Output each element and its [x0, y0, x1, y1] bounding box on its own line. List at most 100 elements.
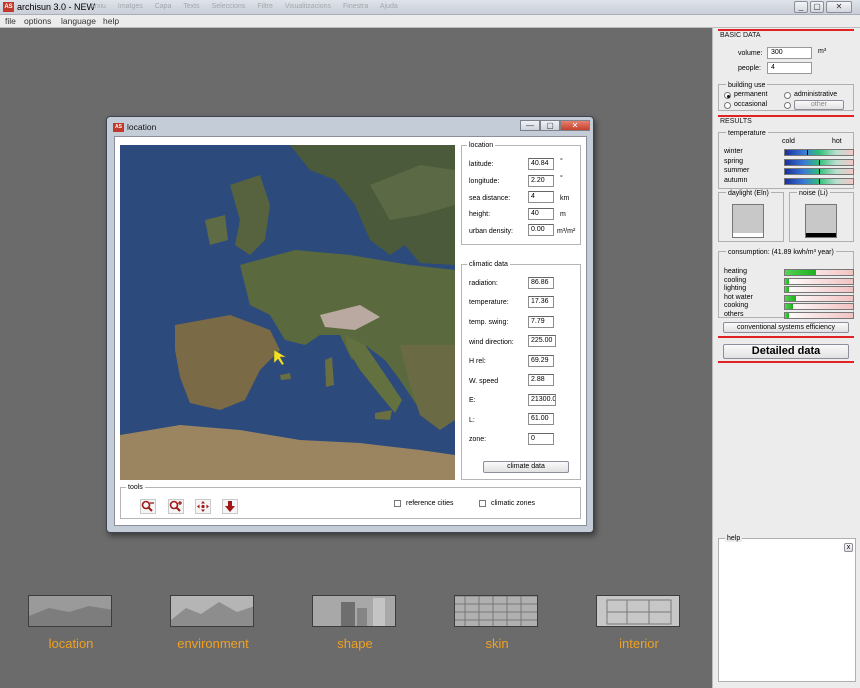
- zoom-out-button[interactable]: [140, 499, 156, 514]
- building-use-legend: building use: [726, 82, 768, 89]
- consumption-row-label: cooking: [724, 302, 749, 309]
- detailed-data-button[interactable]: Detailed data: [723, 344, 849, 359]
- hot-label: hot: [832, 138, 842, 145]
- consumption-bar-fill: [785, 287, 790, 292]
- longitude-field[interactable]: 2.20: [528, 175, 554, 187]
- other-input[interactable]: other: [794, 100, 844, 110]
- menu-options[interactable]: options: [24, 16, 51, 26]
- height-field[interactable]: 40: [528, 208, 554, 220]
- temperature-row-label: autumn: [724, 176, 748, 184]
- temp-swing-field[interactable]: 7.79: [528, 316, 554, 328]
- latitude-label: latitude:: [469, 161, 494, 168]
- efficiency-button[interactable]: conventional systems efficiency: [723, 322, 849, 333]
- dialog-client: location latitude: 40.84 ° longitude: 2.…: [114, 136, 587, 526]
- l-label: L:: [469, 417, 475, 424]
- people-input[interactable]: 4: [767, 62, 812, 74]
- other-radio[interactable]: [784, 102, 791, 109]
- dialog-minimize-button[interactable]: —: [520, 120, 540, 131]
- consumption-bar: [784, 311, 854, 319]
- tools-legend: tools: [126, 483, 145, 492]
- menu-help[interactable]: help: [103, 16, 119, 26]
- longitude-label: longitude:: [469, 178, 500, 185]
- wind-direction-field[interactable]: 225.00: [528, 335, 556, 347]
- help-close-icon[interactable]: x: [844, 543, 853, 552]
- h-rel-field[interactable]: 69.29: [528, 355, 554, 367]
- zoom-in-button[interactable]: [168, 499, 184, 514]
- permanent-radio[interactable]: [724, 92, 731, 99]
- noise-meter: [805, 204, 837, 238]
- temperature-bar: [784, 149, 854, 156]
- ghost-menu-text: Arxiu Imatges Capa Texts Seleccions Filt…: [90, 3, 398, 10]
- divider: [718, 29, 854, 31]
- daylight-legend: daylight (Eln): [726, 190, 771, 197]
- zoom-in-icon: [169, 500, 182, 512]
- climatic-zones-label: climatic zones: [491, 500, 535, 507]
- radiation-label: radiation:: [469, 280, 498, 287]
- map-image: [120, 145, 455, 480]
- shape-thumbnail: [312, 595, 396, 627]
- consumption-bar-fill: [785, 312, 790, 318]
- temperature-marker: [819, 159, 820, 165]
- pan-button[interactable]: [195, 499, 211, 514]
- menu-language[interactable]: language: [61, 16, 96, 26]
- arrow-down-icon: [225, 501, 235, 512]
- h-rel-label: H rel:: [469, 358, 486, 365]
- divider: [718, 115, 854, 117]
- nav-location-label: location: [48, 636, 94, 651]
- interior-thumbnail: [596, 595, 680, 627]
- people-label: people:: [738, 65, 761, 72]
- administrative-radio[interactable]: [784, 92, 791, 99]
- temperature-bar: [784, 168, 854, 175]
- climatic-zones-checkbox[interactable]: [479, 500, 486, 507]
- menu-file[interactable]: file: [5, 16, 16, 26]
- climate-data-button[interactable]: climate data: [483, 461, 569, 473]
- temperature-bar: [784, 177, 854, 185]
- l-field[interactable]: 61.00: [528, 413, 554, 425]
- urban-density-field[interactable]: 0.00: [528, 224, 554, 236]
- dialog-title: location: [127, 122, 157, 132]
- title-bar: AS archisun 3.0 - NEW Arxiu Imatges Capa…: [0, 0, 860, 15]
- latitude-unit: °: [560, 158, 563, 165]
- nav-shape-label: shape: [337, 636, 373, 651]
- consumption-row-label: heating: [724, 268, 747, 275]
- consumption-bar-fill: [785, 304, 794, 309]
- consumption-bar: [784, 303, 854, 310]
- occasional-radio[interactable]: [724, 102, 731, 109]
- close-button[interactable]: ✕: [826, 1, 852, 13]
- e-label: E:: [469, 397, 476, 404]
- consumption-row-label: hot water: [724, 293, 753, 301]
- zone-field[interactable]: 0: [528, 433, 554, 445]
- location-dialog: AS location — ▢ ✕ location latitude: 40.…: [106, 116, 594, 533]
- right-panel: BASIC DATA volume: 300 m³ people: 4 buil…: [712, 28, 860, 688]
- minimize-button[interactable]: _: [794, 1, 808, 13]
- interior-thumbnail-image: [597, 596, 679, 626]
- permanent-label: permanent: [734, 91, 768, 98]
- latitude-field[interactable]: 40.84: [528, 158, 554, 170]
- radiation-field[interactable]: 86.86: [528, 277, 554, 289]
- dialog-close-button[interactable]: ✕: [560, 120, 590, 131]
- download-button[interactable]: [222, 499, 238, 514]
- europe-map[interactable]: [120, 145, 455, 480]
- sea-distance-field[interactable]: 4: [528, 191, 554, 203]
- sea-distance-label: sea distance:: [469, 195, 511, 202]
- skin-thumbnail: [454, 595, 538, 627]
- dialog-icon: AS: [113, 123, 124, 132]
- wind-speed-field[interactable]: 2.88: [528, 374, 554, 386]
- volume-input[interactable]: 300: [767, 47, 812, 59]
- wind-direction-label: wind direction:: [469, 339, 514, 346]
- volume-unit: m³: [818, 48, 827, 55]
- e-field[interactable]: 21300.0: [528, 394, 556, 406]
- dialog-maximize-button[interactable]: ▢: [540, 120, 560, 131]
- map-thumbnail: [29, 596, 111, 626]
- buildings-thumbnail: [313, 596, 395, 626]
- mountains-thumbnail: [171, 596, 253, 626]
- consumption-bar: [784, 286, 854, 293]
- temperature-legend: temperature: [726, 130, 768, 137]
- menu-bar: file options language help: [0, 15, 860, 28]
- location-thumbnail: [28, 595, 112, 627]
- maximize-button[interactable]: ▢: [810, 1, 824, 13]
- urban-density-unit: m³/m²: [557, 228, 576, 235]
- zoom-out-icon: [141, 500, 154, 512]
- reference-cities-checkbox[interactable]: [394, 500, 401, 507]
- temperature-field[interactable]: 17.36: [528, 296, 554, 308]
